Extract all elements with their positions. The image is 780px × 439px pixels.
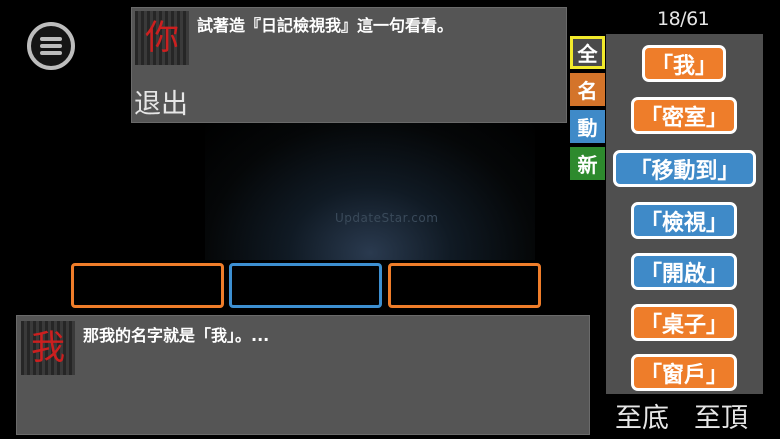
sentence-slot-2[interactable] <box>229 263 382 308</box>
word-button[interactable]: 「我」 <box>642 45 726 82</box>
word-button[interactable]: 「桌子」 <box>631 304 737 341</box>
word-button[interactable]: 「窗戶」 <box>631 354 737 391</box>
top-dialog-text: 試著造『日記檢視我』這一句看看。 <box>197 16 454 35</box>
category-tab-new[interactable]: 新 <box>570 147 605 180</box>
word-button[interactable]: 「移動到」 <box>613 150 756 187</box>
page-counter: 18/61 <box>657 8 710 30</box>
word-button[interactable]: 「開啟」 <box>631 253 737 290</box>
scroll-to-bottom-button[interactable]: 至底 <box>615 396 669 435</box>
sentence-slot-1[interactable] <box>71 263 224 308</box>
speaker-portrait-char: 我 <box>31 328 65 368</box>
scroll-to-top-button[interactable]: 至頂 <box>694 396 748 435</box>
sentence-slot-3[interactable] <box>388 263 541 308</box>
speaker-portrait-char: 你 <box>145 18 179 58</box>
category-tab-verb[interactable]: 動 <box>570 110 605 143</box>
category-tab-noun[interactable]: 名 <box>570 73 605 106</box>
word-button[interactable]: 「密室」 <box>631 97 737 134</box>
word-button[interactable]: 「檢視」 <box>631 202 737 239</box>
speaker-portrait-bottom: 我 <box>21 321 75 375</box>
exit-button[interactable]: 退出 <box>134 82 188 121</box>
speaker-portrait-top: 你 <box>135 11 189 65</box>
menu-button[interactable] <box>27 22 75 70</box>
scene-background <box>205 120 535 260</box>
word-list-panel[interactable]: 「我」 「密室」 「移動到」 「檢視」 「開啟」 「桌子」 「窗戶」 <box>606 34 763 394</box>
bottom-dialog-text: 那我的名字就是「我」。... <box>83 326 270 345</box>
watermark-text: UpdateStar.com <box>335 211 439 225</box>
category-tab-all[interactable]: 全 <box>570 36 605 69</box>
